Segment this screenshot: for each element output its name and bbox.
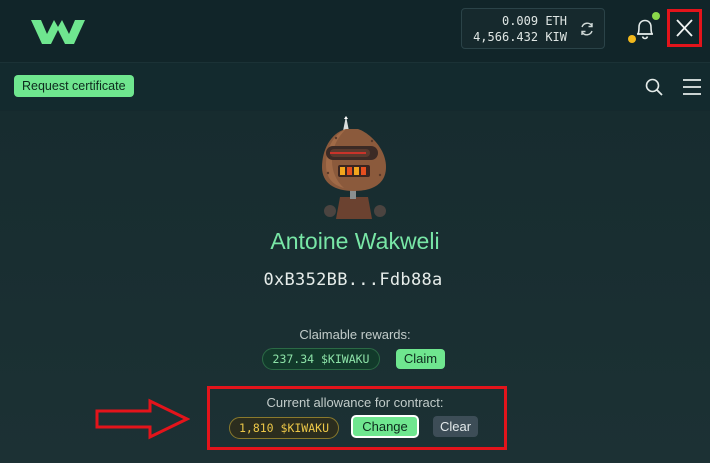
eth-balance: 0.009 ETH	[501, 14, 567, 28]
bell-icon	[637, 19, 653, 40]
claimable-rewards-amount: 237.34 $KIWAKU	[262, 348, 380, 370]
claim-button[interactable]: Claim	[396, 349, 445, 369]
close-button[interactable]	[667, 9, 702, 47]
claimable-rewards-label: Claimable rewards:	[299, 327, 411, 342]
kiw-balance: 4,566.432 KIW	[473, 30, 567, 44]
request-certificate-button[interactable]: Request certificate	[14, 75, 134, 97]
notifications-button[interactable]	[628, 12, 662, 46]
kiwaku-logo-icon[interactable]	[28, 14, 88, 50]
close-icon	[676, 19, 693, 37]
profile-name: Antoine Wakweli	[270, 228, 440, 254]
search-icon[interactable]	[644, 77, 664, 97]
wallet-address[interactable]: 0xB352BB...Fdb88a	[0, 270, 706, 290]
hamburger-menu-icon[interactable]	[682, 78, 702, 96]
highlight-box	[207, 386, 507, 450]
refresh-icon[interactable]	[579, 21, 595, 37]
robot-avatar	[322, 116, 386, 219]
wallet-balance-box[interactable]: 0.009 ETH 4,566.432 KIW	[461, 8, 605, 49]
arrow-right-icon	[95, 398, 190, 440]
sub-toolbar: Request certificate	[0, 62, 710, 110]
top-bar: 0.009 ETH 4,566.432 KIW	[0, 0, 710, 62]
